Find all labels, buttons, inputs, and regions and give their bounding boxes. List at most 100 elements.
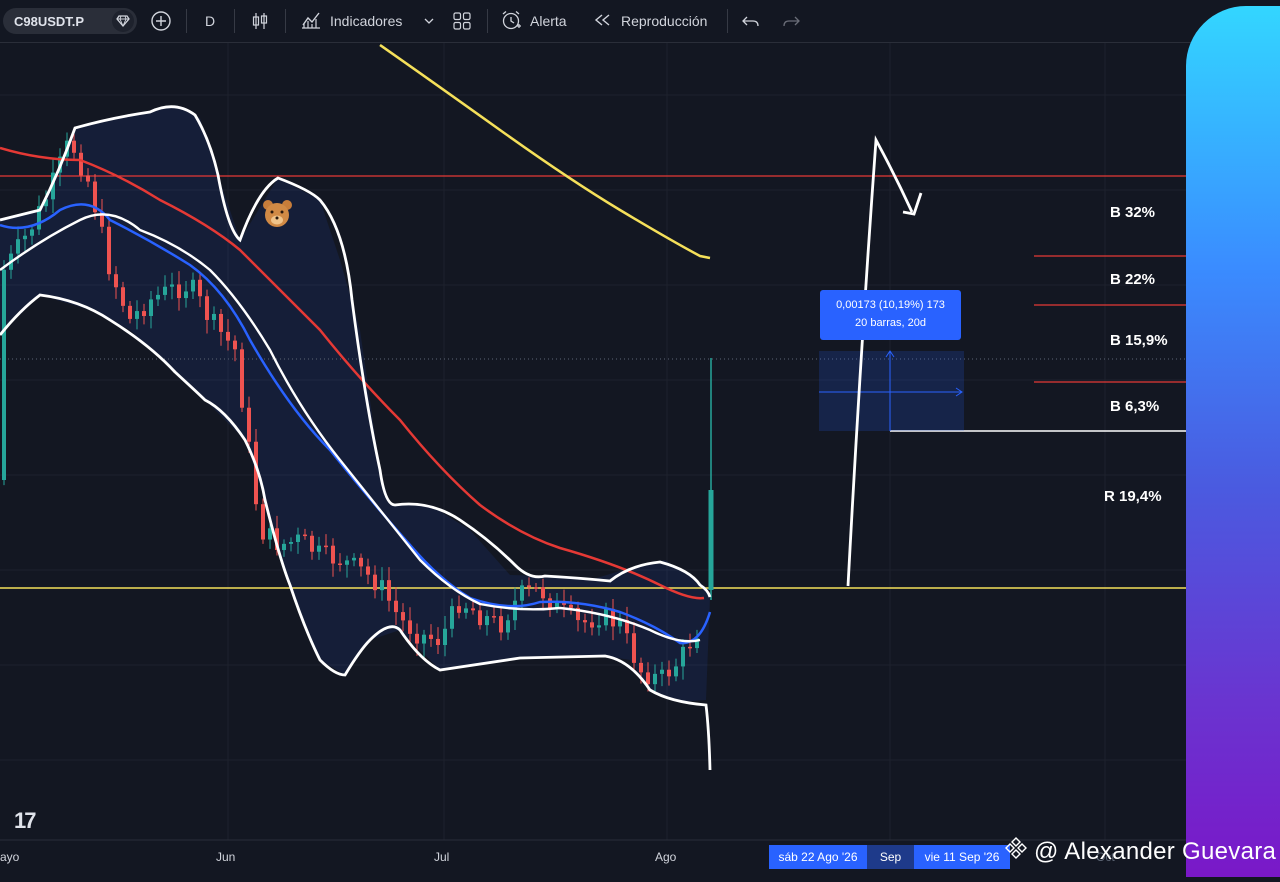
symbol-search-button[interactable]: C98USDT.P — [3, 8, 137, 34]
chart-pane[interactable] — [0, 43, 1280, 877]
candle-body — [310, 535, 314, 552]
candle-body — [527, 585, 531, 588]
candle-body — [450, 606, 454, 629]
toolbar-divider — [727, 9, 728, 33]
candle-body — [667, 669, 671, 677]
axis-label-jul: Jul — [434, 850, 450, 864]
toolbar-divider — [234, 9, 235, 33]
toolbar-divider — [285, 9, 286, 33]
indicators-label: Indicadores — [330, 13, 403, 29]
candle-body — [23, 235, 27, 240]
candle-body — [653, 673, 657, 685]
add-symbol-icon[interactable] — [150, 0, 172, 42]
candle-body — [506, 620, 510, 633]
candle-body — [345, 560, 349, 565]
candle-body — [394, 600, 398, 613]
bollinger-fill — [0, 105, 710, 702]
candle-body — [373, 574, 377, 591]
candle-body — [2, 269, 6, 480]
candle-body — [177, 284, 181, 299]
candle-body — [107, 226, 111, 275]
candle-body — [583, 620, 587, 623]
target-label-b15: B 15,9% — [1110, 332, 1168, 349]
candle-body — [681, 646, 685, 667]
candle-body — [86, 175, 90, 182]
author-watermark: @ Alexander Guevara — [1004, 836, 1276, 867]
candle-body — [674, 666, 678, 677]
redo-icon[interactable] — [781, 0, 801, 42]
candle-body — [492, 616, 496, 618]
candle-body — [708, 490, 714, 590]
candle-body — [16, 239, 20, 254]
interval-button[interactable]: D — [205, 0, 215, 42]
candle-body — [30, 229, 34, 236]
candle-body — [205, 296, 209, 320]
tradingview-logo: 17 — [14, 808, 37, 833]
ma-long-line — [379, 43, 711, 260]
candle-body — [79, 152, 83, 176]
candle-body — [688, 646, 692, 649]
candle-body — [436, 638, 440, 646]
candle-body — [387, 580, 391, 601]
candle-body — [660, 669, 664, 674]
indicators-button[interactable]: Indicadores — [300, 0, 402, 42]
diamond-icon[interactable] — [112, 10, 134, 32]
candle-body — [282, 543, 286, 551]
candle-body — [142, 311, 146, 317]
binance-diamond-icon — [1004, 836, 1028, 867]
candle-body — [198, 279, 202, 297]
candle-body — [128, 305, 132, 319]
candle-body — [429, 634, 433, 639]
candle-body — [331, 545, 335, 564]
candle-body — [359, 557, 363, 567]
candle-body — [366, 566, 370, 575]
candle-body — [352, 557, 356, 561]
alert-button[interactable]: Alerta — [500, 0, 567, 42]
candle-body — [163, 286, 167, 295]
candles-icon[interactable] — [250, 0, 270, 42]
candle-body — [226, 331, 230, 341]
undo-icon[interactable] — [741, 0, 761, 42]
candle-body — [534, 587, 538, 589]
layouts-grid-icon[interactable] — [452, 0, 472, 42]
candle-body — [296, 534, 300, 542]
candle-body — [471, 608, 475, 611]
candle-body — [289, 541, 293, 544]
alarm-clock-icon — [500, 9, 522, 34]
candle-body — [464, 608, 468, 613]
candle-body — [646, 672, 650, 685]
indicators-dropdown-chevron-icon[interactable] — [423, 0, 435, 42]
axis-label-mayo: ayo — [0, 850, 20, 864]
candle-body — [415, 633, 419, 644]
candle-body — [639, 662, 643, 673]
target-label-b22: B 22% — [1110, 271, 1156, 288]
measure-line-2: 20 barras, 20d — [855, 317, 926, 329]
candle-body — [338, 563, 342, 566]
symbol-name: C98USDT.P — [14, 13, 85, 29]
candle-body — [135, 311, 139, 319]
measure-range — [819, 351, 964, 431]
watermark-text: @ Alexander Guevara — [1034, 837, 1277, 865]
price-chart[interactable] — [0, 43, 1280, 877]
candle-body — [485, 616, 489, 626]
candle-body — [478, 610, 482, 626]
replay-button[interactable]: Reproducción — [593, 0, 707, 42]
rewind-icon — [593, 12, 613, 31]
indicators-icon — [300, 10, 322, 33]
candle-body — [499, 616, 503, 633]
candle-body — [184, 291, 188, 299]
range-start-date-tag: sáb 22 Ago '26 — [769, 845, 867, 869]
candle-body — [149, 299, 153, 317]
candle-body — [513, 600, 517, 621]
target-label-r19: R 19,4% — [1104, 488, 1162, 505]
candle-body — [443, 628, 447, 646]
axis-label-sep: Sep — [867, 845, 914, 869]
candle-body — [261, 504, 265, 540]
candle-body — [247, 407, 251, 442]
candle-body — [380, 580, 384, 591]
axis-label-ago: Ago — [655, 850, 677, 864]
top-toolbar: C98USDT.P D Indicadores Alerta Reproducc… — [0, 0, 1280, 43]
candle-body — [240, 349, 244, 408]
candle-body — [317, 545, 321, 552]
candle-body — [569, 604, 573, 608]
